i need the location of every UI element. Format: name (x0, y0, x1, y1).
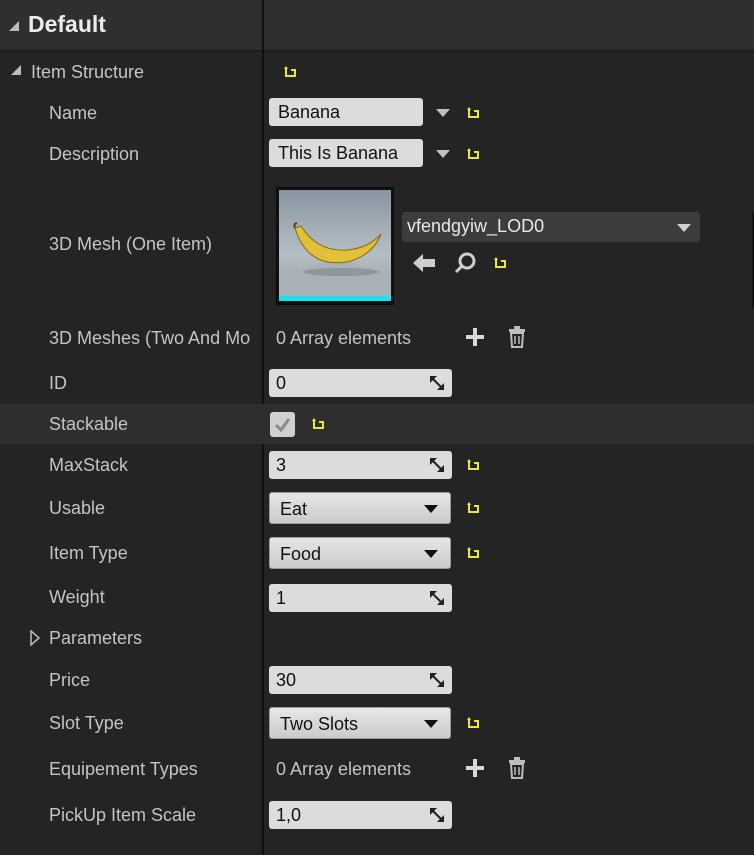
usable-label: Usable (49, 498, 106, 518)
weight-label: Weight (49, 587, 105, 607)
description-label: Description (49, 144, 140, 164)
search-icon[interactable] (454, 252, 476, 274)
parameters-label[interactable]: Parameters (49, 628, 142, 649)
row-item-structure: Item Structure (0, 52, 754, 92)
drag-spin-icon[interactable] (430, 458, 444, 472)
row-pickup-scale: PickUp Item Scale 1,0 (0, 797, 754, 835)
mesh-selector[interactable]: vfendgyiw_LOD0 (402, 212, 700, 242)
name-label: Name (49, 103, 98, 123)
pickup-scale-field[interactable]: 1,0 (269, 801, 452, 829)
details-panel: Default Item Structure Name Banana Descr… (0, 0, 754, 855)
usable-dropdown[interactable]: Eat (269, 492, 451, 524)
maxstack-value: 3 (276, 455, 287, 475)
maxstack-field[interactable]: 3 (269, 451, 452, 479)
chevron-down-icon (424, 720, 438, 728)
collapse-triangle-icon[interactable] (8, 20, 20, 32)
banana-thumbnail-image (279, 190, 391, 301)
reset-to-default-icon[interactable] (466, 147, 480, 161)
slot-type-dropdown[interactable]: Two Slots (269, 707, 451, 739)
price-value: 30 (276, 670, 297, 690)
delete-icon[interactable] (508, 757, 526, 779)
row-equip-types: Equipement Types 0 Array elements (0, 751, 754, 789)
item-structure-label: Item Structure (31, 62, 145, 82)
weight-value: 1 (276, 588, 287, 608)
add-icon[interactable] (465, 758, 485, 778)
chevron-down-icon[interactable] (435, 108, 451, 118)
row-stackable: Stackable (0, 404, 754, 444)
equip-types-label: Equipement Types (49, 759, 198, 779)
row-meshes: 3D Meshes (Two And Mo 0 Array elements (0, 320, 754, 358)
row-item-type: Item Type Food (0, 535, 754, 575)
price-field[interactable]: 30 (269, 666, 452, 694)
collapse-triangle-icon[interactable] (10, 64, 22, 76)
drag-spin-icon[interactable] (430, 591, 444, 605)
equip-types-array-count: 0 Array elements (276, 759, 412, 779)
mesh-label: 3D Mesh (One Item) (49, 234, 213, 254)
row-id: ID 0 (0, 365, 754, 403)
meshes-array-count: 0 Array elements (276, 328, 412, 348)
slot-type-label: Slot Type (49, 713, 124, 733)
reset-to-default-icon[interactable] (283, 65, 297, 79)
weight-field[interactable]: 1 (269, 584, 452, 612)
chevron-down-icon (424, 550, 438, 558)
reset-to-default-icon[interactable] (466, 546, 480, 560)
name-field[interactable]: Banana (269, 98, 423, 126)
chevron-down-icon (677, 224, 691, 232)
row-price: Price 30 (0, 662, 754, 700)
row-slot-type: Slot Type Two Slots (0, 705, 754, 745)
drag-spin-icon[interactable] (430, 673, 444, 687)
row-maxstack: MaxStack 3 (0, 447, 754, 485)
stackable-label: Stackable (49, 414, 129, 434)
id-value: 0 (276, 373, 287, 393)
chevron-down-icon (424, 505, 438, 513)
row-parameters: Parameters (0, 620, 754, 658)
maxstack-label: MaxStack (49, 455, 129, 475)
expand-triangle-icon[interactable] (30, 630, 40, 646)
id-label: ID (49, 373, 67, 393)
item-type-label: Item Type (49, 543, 128, 563)
checkmark-icon (274, 418, 291, 433)
row-usable: Usable Eat (0, 490, 754, 530)
stackable-checkbox[interactable] (270, 412, 295, 437)
id-field[interactable]: 0 (269, 369, 452, 397)
add-icon[interactable] (465, 327, 485, 347)
mesh-value: vfendgyiw_LOD0 (407, 216, 545, 236)
reset-to-default-icon[interactable] (466, 501, 480, 515)
drag-spin-icon[interactable] (430, 376, 444, 390)
chevron-down-icon[interactable] (435, 149, 451, 159)
delete-icon[interactable] (508, 326, 526, 348)
slot-type-value: Two Slots (280, 714, 359, 734)
drag-spin-icon[interactable] (430, 808, 444, 822)
price-label: Price (49, 670, 91, 690)
reset-to-default-icon[interactable] (493, 256, 507, 270)
pickup-scale-value: 1,0 (276, 805, 302, 825)
item-type-dropdown[interactable]: Food (269, 537, 451, 569)
pickup-scale-label: PickUp Item Scale (49, 805, 197, 825)
row-weight: Weight 1 (0, 579, 754, 617)
meshes-label: 3D Meshes (Two And Mo (49, 328, 251, 348)
row-description: Description This Is Banana (0, 136, 754, 174)
reset-to-default-icon[interactable] (311, 417, 325, 431)
reset-to-default-icon[interactable] (466, 716, 480, 730)
usable-value: Eat (280, 499, 308, 519)
reset-to-default-icon[interactable] (466, 106, 480, 120)
reset-to-default-icon[interactable] (466, 458, 480, 472)
item-type-value: Food (280, 544, 322, 564)
row-name: Name Banana (0, 95, 754, 133)
category-header[interactable]: Default (0, 0, 754, 51)
category-title: Default (28, 11, 106, 37)
mesh-thumbnail[interactable] (276, 187, 394, 305)
description-field[interactable]: This Is Banana (269, 139, 423, 167)
use-selected-arrow-icon[interactable] (412, 252, 436, 274)
